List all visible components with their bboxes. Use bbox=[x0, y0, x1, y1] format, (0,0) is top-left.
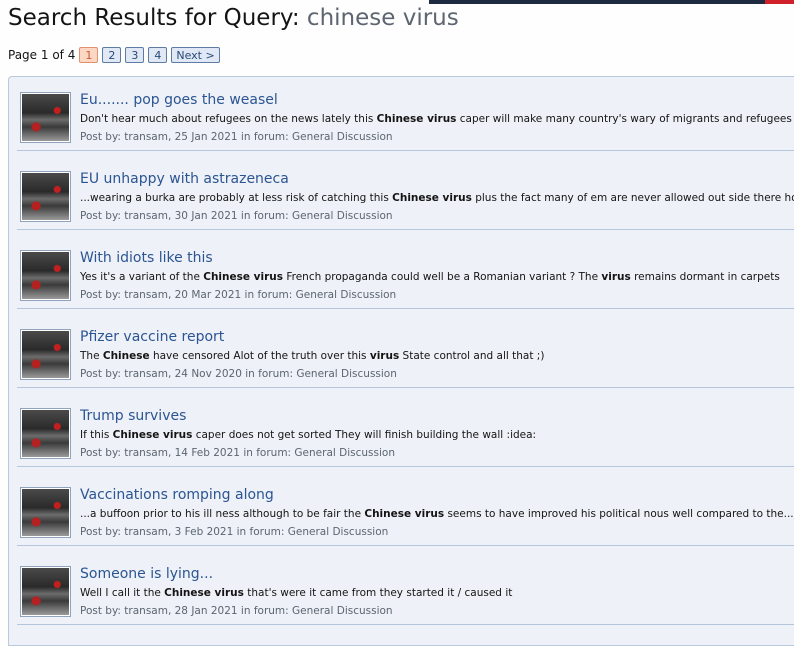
search-result-item: Vaccinations romping along ...a buffoon p… bbox=[17, 472, 794, 546]
user-avatar[interactable] bbox=[20, 408, 71, 459]
page-title-prefix: Search Results for Query: bbox=[8, 5, 307, 31]
snippet-text: caper will make many country's wary of m… bbox=[459, 113, 794, 125]
user-avatar[interactable] bbox=[20, 250, 71, 301]
user-avatar[interactable] bbox=[20, 566, 71, 617]
search-result-item: With idiots like this Yes it's a variant … bbox=[17, 235, 794, 309]
snippet-text: French propaganda could well be a Romani… bbox=[283, 271, 602, 283]
result-title-link[interactable]: Eu....... pop goes the weasel bbox=[80, 92, 278, 108]
search-result-item: EU unhappy with astrazeneca ...wearing a … bbox=[17, 156, 794, 230]
avatar-image bbox=[22, 252, 69, 299]
highlighted-term: Chinese virus bbox=[376, 113, 457, 125]
result-meta: Post by: transam, 24 Nov 2020 in forum: … bbox=[80, 368, 397, 380]
highlighted-term: Chinese bbox=[102, 350, 150, 362]
highlighted-term: virus bbox=[369, 350, 400, 362]
snippet-text: Well I call it the bbox=[80, 587, 165, 599]
result-meta: Post by: transam, 14 Feb 2021 in forum: … bbox=[80, 447, 395, 459]
result-snippet: The Chinese have censored Alot of the tr… bbox=[80, 350, 794, 362]
result-snippet: ...a buffoon prior to his ill ness altho… bbox=[80, 508, 794, 520]
search-result-item: Trump survives If this Chinese virus cape… bbox=[17, 393, 794, 467]
result-snippet: Don't hear much about refugees on the ne… bbox=[80, 113, 794, 125]
snippet-text: that's were it came from they started it… bbox=[243, 587, 513, 599]
result-title-link[interactable]: Pfizer vaccine report bbox=[80, 329, 224, 345]
result-title-link[interactable]: With idiots like this bbox=[80, 250, 213, 266]
snippet-text: State control and all that ;) bbox=[399, 350, 545, 362]
pagination: Page 1 of 4 1 2 3 4 Next > bbox=[8, 46, 220, 64]
page-link-1[interactable]: 1 bbox=[79, 47, 99, 63]
avatar-image bbox=[22, 94, 69, 141]
avatar-image bbox=[22, 410, 69, 457]
result-snippet: Yes it's a variant of the Chinese virus … bbox=[80, 271, 794, 283]
user-avatar[interactable] bbox=[20, 329, 71, 380]
snippet-text: ...wearing a burka are probably at less … bbox=[80, 192, 393, 204]
snippet-text: have censored Alot of the truth over thi… bbox=[149, 350, 370, 362]
snippet-text: caper does not get sorted They will fini… bbox=[192, 429, 537, 441]
avatar-image bbox=[22, 173, 69, 220]
result-title-link[interactable]: EU unhappy with astrazeneca bbox=[80, 171, 289, 187]
highlighted-term: virus bbox=[601, 271, 631, 283]
page-link-3[interactable]: 3 bbox=[125, 47, 145, 63]
search-result-item: Eu....... pop goes the weasel Don't hear … bbox=[17, 77, 794, 151]
page-link-2[interactable]: 2 bbox=[102, 47, 122, 63]
result-snippet: Well I call it the Chinese virus that's … bbox=[80, 587, 794, 599]
page-link-4[interactable]: 4 bbox=[148, 47, 168, 63]
result-meta: Post by: transam, 20 Mar 2021 in forum: … bbox=[80, 289, 397, 301]
snippet-text: Yes it's a variant of the bbox=[80, 271, 204, 283]
result-snippet: If this Chinese virus caper does not get… bbox=[80, 429, 794, 441]
highlighted-term: Chinese virus bbox=[203, 271, 283, 283]
avatar-image bbox=[22, 568, 69, 615]
snippet-text: plus the fact many of em are never allow… bbox=[475, 192, 794, 204]
snippet-text: If this bbox=[80, 429, 113, 441]
highlighted-term: Chinese virus bbox=[164, 587, 244, 599]
snippet-text: remains dormant in carpets bbox=[630, 271, 780, 283]
avatar-image bbox=[22, 331, 69, 378]
result-meta: Post by: transam, 25 Jan 2021 in forum: … bbox=[80, 131, 393, 143]
search-result-item: Someone is lying... Well I call it the Ch… bbox=[17, 551, 794, 625]
result-meta: Post by: transam, 3 Feb 2021 in forum: G… bbox=[80, 526, 389, 538]
user-avatar[interactable] bbox=[20, 487, 71, 538]
user-avatar[interactable] bbox=[20, 92, 71, 143]
page-title: Search Results for Query: chinese virus bbox=[8, 5, 459, 31]
highlighted-term: Chinese virus bbox=[112, 429, 193, 441]
result-title-link[interactable]: Trump survives bbox=[80, 408, 186, 424]
user-avatar[interactable] bbox=[20, 171, 71, 222]
search-results-list: Eu....... pop goes the weasel Don't hear … bbox=[8, 76, 794, 646]
highlighted-term: Chinese virus bbox=[364, 508, 445, 520]
snippet-text: seems to have improved his political nou… bbox=[444, 508, 794, 520]
snippet-text: Don't hear much about refugees on the ne… bbox=[80, 113, 377, 125]
search-result-item: Pfizer vaccine report The Chinese have ce… bbox=[17, 314, 794, 388]
result-title-link[interactable]: Vaccinations romping along bbox=[80, 487, 274, 503]
top-navigation-strip bbox=[429, 0, 794, 4]
avatar-image bbox=[22, 489, 69, 536]
next-page-button[interactable]: Next > bbox=[171, 47, 220, 63]
top-accent-strip bbox=[765, 0, 794, 4]
result-meta: Post by: transam, 28 Jan 2021 in forum: … bbox=[80, 605, 393, 617]
result-title-link[interactable]: Someone is lying... bbox=[80, 566, 213, 582]
snippet-text: ...a buffoon prior to his ill ness altho… bbox=[80, 508, 365, 520]
page-indicator: Page 1 of 4 bbox=[8, 48, 76, 62]
result-snippet: ...wearing a burka are probably at less … bbox=[80, 192, 794, 204]
snippet-text: The bbox=[80, 350, 103, 362]
result-meta: Post by: transam, 30 Jan 2021 in forum: … bbox=[80, 210, 393, 222]
highlighted-term: Chinese virus bbox=[392, 192, 472, 204]
search-query-text: chinese virus bbox=[306, 5, 459, 31]
